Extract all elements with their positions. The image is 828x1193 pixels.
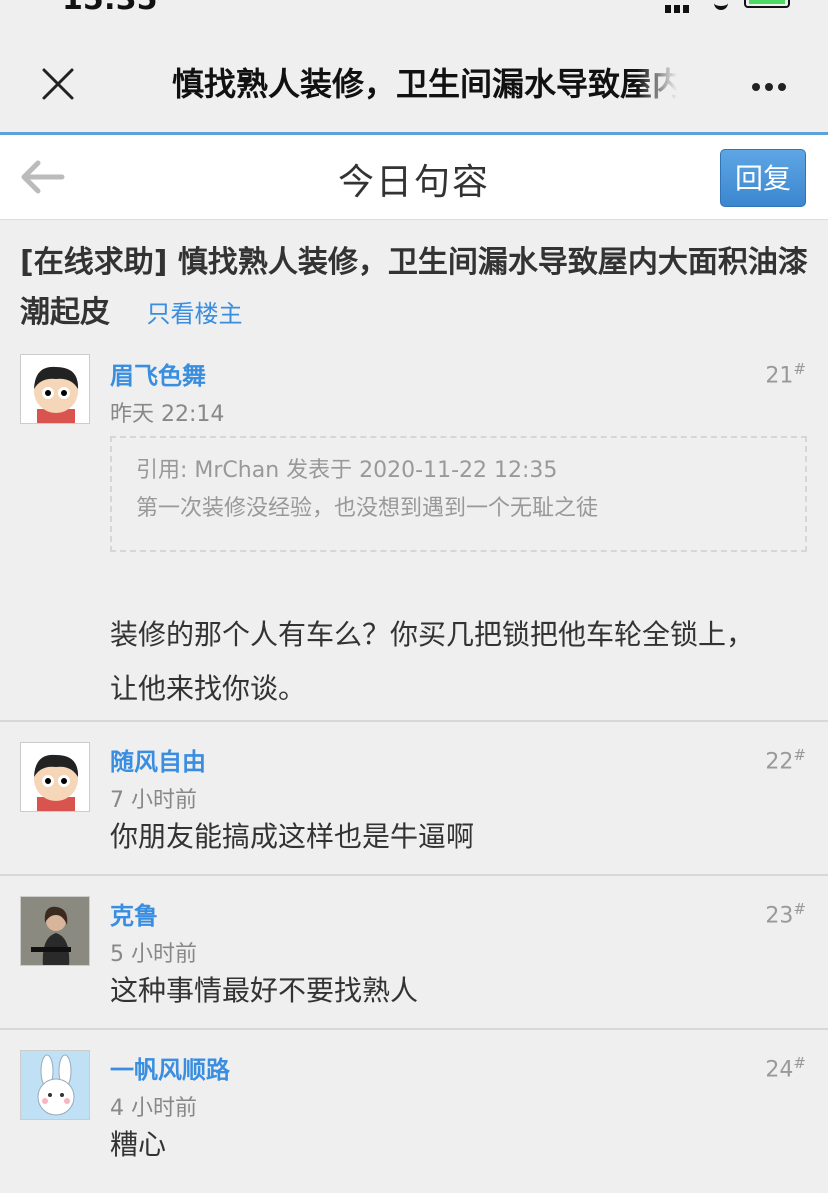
post-author[interactable]: 眉飞色舞 — [110, 356, 206, 391]
close-icon[interactable] — [36, 62, 80, 106]
post-time: 昨天 22:14 — [110, 402, 225, 427]
thread-title: [在线求助] 慎找熟人装修，卫生间漏水导致屋内大面积油漆潮起皮 只看楼主 — [20, 238, 810, 339]
post-content: 装修的那个人有车么？你买几把锁把他车轮全锁上， 让他来找你谈。 — [110, 608, 800, 716]
post-content: 你朋友能搞成这样也是牛逼啊 — [110, 820, 475, 853]
floor-number: 21# — [765, 360, 806, 389]
quote-block: 引用: MrChan 发表于 2020-11-22 12:35 第一次装修没经验… — [110, 436, 807, 552]
webview-title: 慎找熟人装修，卫生间漏水导致屋内大面积油漆潮起皮 — [172, 62, 677, 106]
more-icon[interactable] — [752, 76, 792, 91]
post-author[interactable]: 一帆风顺路 — [110, 1050, 230, 1085]
post-content-line: 装修的那个人有车么？你买几把锁把他车轮全锁上， — [110, 618, 755, 651]
divider — [0, 720, 828, 722]
divider — [0, 1028, 828, 1030]
post-author[interactable]: 随风自由 — [110, 742, 206, 777]
post-content: 糟心 — [110, 1128, 167, 1161]
divider — [0, 874, 828, 876]
avatar[interactable] — [20, 354, 90, 424]
forum-name: 今日句容 — [337, 162, 490, 203]
forum-header: 今日句容 回复 — [0, 135, 828, 220]
thread-tag: [在线求助] — [20, 245, 168, 280]
avatar[interactable] — [20, 896, 90, 966]
only-op-link[interactable]: 只看楼主 — [146, 300, 242, 328]
avatar[interactable] — [20, 1050, 90, 1120]
quote-text: 第一次装修没经验，也没想到遇到一个无耻之徒 — [136, 496, 599, 521]
signal-icon — [665, 0, 703, 13]
wifi-icon — [714, 0, 728, 10]
floor-number: 24# — [765, 1054, 806, 1083]
quote-source: 引用: MrChan 发表于 2020-11-22 12:35 — [136, 458, 558, 483]
reply-button[interactable]: 回复 — [720, 149, 806, 207]
floor-number: 22# — [765, 746, 806, 775]
post-content-line: 让他来找你谈。 — [110, 672, 307, 705]
post-content: 这种事情最好不要找熟人 — [110, 974, 419, 1007]
avatar[interactable] — [20, 742, 90, 812]
status-time: 15:35 — [62, 0, 158, 17]
battery-icon — [744, 0, 790, 8]
post-author[interactable]: 克鲁 — [110, 896, 158, 931]
webview-nav-bar: 慎找熟人装修，卫生间漏水导致屋内大面积油漆潮起皮 — [0, 40, 828, 135]
status-bar: 15:35 — [0, 0, 828, 40]
floor-number: 23# — [765, 900, 806, 929]
